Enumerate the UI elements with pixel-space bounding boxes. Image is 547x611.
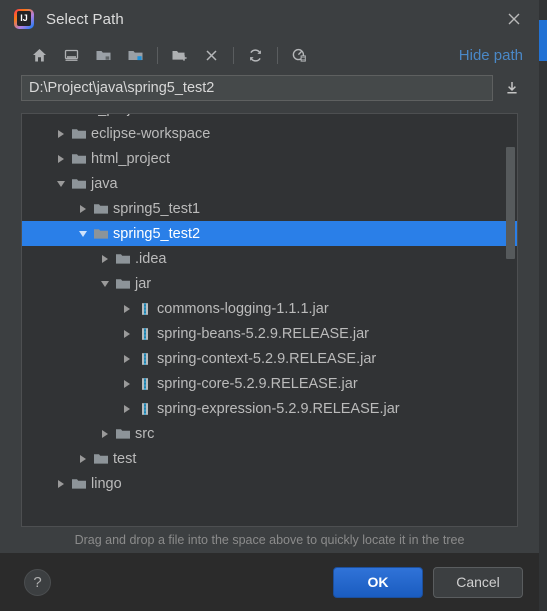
file-tree: c_project eclipse-workspace html_projectja… — [22, 114, 517, 526]
help-button[interactable]: ? — [24, 568, 51, 596]
chevron-right-icon[interactable] — [120, 396, 134, 421]
folder-icon — [68, 114, 90, 121]
tree-row-label: html_project — [91, 150, 170, 167]
chevron-right-icon[interactable] — [120, 346, 134, 371]
hide-path-link[interactable]: Hide path — [459, 47, 523, 64]
tree-row[interactable]: jar — [22, 271, 517, 296]
chevron-right-icon[interactable] — [120, 296, 134, 321]
tree-row[interactable]: spring-core-5.2.9.RELEASE.jar — [22, 371, 517, 396]
new-folder-icon[interactable] — [166, 42, 192, 68]
tree-row[interactable]: test — [22, 446, 517, 471]
tree-row[interactable]: src — [22, 421, 517, 446]
jar-icon — [134, 296, 156, 321]
tree-row[interactable]: eclipse-workspace — [22, 121, 517, 146]
home-icon[interactable] — [26, 42, 52, 68]
select-path-dialog: Select Path — [0, 0, 539, 611]
toolbar-separator — [233, 46, 234, 64]
background-window-accent-strip — [539, 20, 547, 61]
delete-icon[interactable] — [198, 42, 224, 68]
tree-row-label: spring-core-5.2.9.RELEASE.jar — [157, 375, 358, 392]
chevron-right-icon[interactable] — [98, 421, 112, 446]
tree-row[interactable]: spring-expression-5.2.9.RELEASE.jar — [22, 396, 517, 421]
tree-row-label: spring-beans-5.2.9.RELEASE.jar — [157, 325, 369, 342]
chevron-right-icon[interactable] — [54, 121, 68, 146]
dialog-title: Select Path — [46, 10, 124, 28]
chevron-right-icon[interactable] — [54, 471, 68, 496]
tree-row-label: eclipse-workspace — [91, 125, 211, 142]
file-tree-panel[interactable]: c_project eclipse-workspace html_projectja… — [21, 113, 518, 527]
download-icon[interactable] — [499, 75, 525, 101]
tree-row-label: .idea — [135, 250, 167, 267]
tree-row[interactable]: .idea — [22, 246, 517, 271]
path-toolbar: Hide path — [0, 38, 539, 72]
folder-icon — [68, 121, 90, 146]
drag-drop-hint: Drag and drop a file into the space abov… — [74, 533, 465, 547]
tree-row[interactable]: commons-logging-1.1.1.jar — [22, 296, 517, 321]
refresh-icon[interactable] — [242, 42, 268, 68]
background-window-rail — [539, 0, 547, 611]
tree-row[interactable]: html_project — [22, 146, 517, 171]
ok-button[interactable]: OK — [333, 566, 423, 598]
jar-icon — [134, 396, 156, 421]
tree-scrollbar[interactable] — [506, 114, 515, 526]
chevron-right-icon[interactable] — [76, 196, 90, 221]
tree-row[interactable]: spring5_test2 — [22, 221, 517, 246]
chevron-right-icon[interactable] — [54, 146, 68, 171]
tree-row-label: spring5_test1 — [113, 200, 201, 217]
folder-icon — [90, 196, 112, 221]
folder-icon — [90, 446, 112, 471]
jar-icon — [134, 346, 156, 371]
folder-icon — [68, 471, 90, 496]
tree-row-label: commons-logging-1.1.1.jar — [157, 300, 329, 317]
tree-row-label: jar — [135, 275, 152, 292]
show-hidden-icon[interactable] — [286, 42, 312, 68]
tree-row[interactable]: c_project — [22, 114, 517, 121]
dialog-button-group: OK Cancel — [333, 566, 523, 598]
desktop-icon[interactable] — [58, 42, 84, 68]
project-folder-icon[interactable] — [90, 42, 116, 68]
close-icon[interactable] — [501, 7, 527, 31]
tree-row-label: lingo — [91, 475, 122, 492]
jar-icon — [134, 321, 156, 346]
toolbar-separator — [277, 46, 278, 64]
folder-icon — [112, 246, 134, 271]
chevron-right-icon[interactable] — [76, 446, 90, 471]
dialog-footer: ? OK Cancel — [0, 553, 539, 611]
jar-icon — [134, 371, 156, 396]
tree-row-label: spring-context-5.2.9.RELEASE.jar — [157, 350, 377, 367]
folder-icon — [112, 271, 134, 296]
tree-row-label: spring5_test2 — [113, 225, 201, 242]
dialog-titlebar: Select Path — [0, 0, 539, 38]
tree-row[interactable]: lingo — [22, 471, 517, 496]
path-input[interactable]: D:\Project\java\spring5_test2 — [21, 75, 493, 101]
tree-row-label: spring-expression-5.2.9.RELEASE.jar — [157, 400, 400, 417]
folder-icon — [68, 171, 90, 196]
chevron-right-icon[interactable] — [54, 114, 68, 121]
chevron-down-icon[interactable] — [98, 271, 112, 296]
folder-icon — [68, 146, 90, 171]
intellij-idea-icon — [14, 9, 34, 29]
tree-row[interactable]: java — [22, 171, 517, 196]
folder-icon — [90, 221, 112, 246]
tree-row[interactable]: spring5_test1 — [22, 196, 517, 221]
tree-row[interactable]: spring-beans-5.2.9.RELEASE.jar — [22, 321, 517, 346]
folder-icon — [112, 421, 134, 446]
tree-row[interactable]: spring-context-5.2.9.RELEASE.jar — [22, 346, 517, 371]
tree-row-label: src — [135, 425, 155, 442]
tree-scrollbar-thumb[interactable] — [506, 147, 515, 259]
tree-row-label: java — [91, 175, 118, 192]
tree-row-label: c_project — [90, 114, 150, 117]
chevron-down-icon[interactable] — [54, 171, 68, 196]
chevron-right-icon[interactable] — [120, 371, 134, 396]
chevron-down-icon[interactable] — [76, 221, 90, 246]
module-folder-icon[interactable] — [122, 42, 148, 68]
cancel-button[interactable]: Cancel — [433, 566, 523, 598]
chevron-right-icon[interactable] — [120, 321, 134, 346]
path-row: D:\Project\java\spring5_test2 — [0, 72, 539, 104]
tree-row-label: test — [113, 450, 137, 467]
chevron-right-icon[interactable] — [98, 246, 112, 271]
toolbar-separator — [157, 46, 158, 64]
